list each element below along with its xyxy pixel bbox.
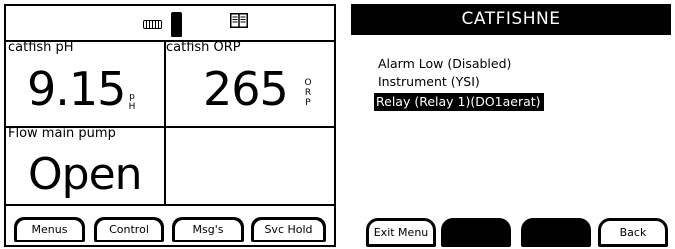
status-bar: [6, 6, 334, 42]
menu-list: Alarm Low (Disabled) Instrument (YSI) Re…: [374, 55, 544, 111]
book-icon: [230, 13, 248, 28]
control-softkey-label: Control: [97, 220, 161, 240]
orp-reading-cell[interactable]: catfish ORP 265 O R P: [164, 40, 334, 128]
orp-unit-o: O: [304, 78, 312, 88]
blank-softkey-3[interactable]: [521, 218, 591, 247]
orp-label: catfish ORP: [166, 40, 241, 55]
menu-item-instrument[interactable]: Instrument (YSI): [376, 73, 544, 91]
blank-softkey-3-label: [524, 221, 588, 244]
orp-value: 265: [203, 62, 289, 116]
back-softkey-label: Back: [601, 221, 665, 244]
service-hold-softkey[interactable]: Svc Hold: [251, 217, 326, 242]
keyboard-icon: [143, 20, 162, 29]
battery-icon: [171, 12, 182, 37]
ph-label: catfish pH: [8, 40, 74, 55]
orp-unit: O R P: [303, 78, 313, 108]
ph-reading-cell[interactable]: catfish pH 9.15 p H: [6, 40, 166, 128]
messages-softkey[interactable]: Msg's: [172, 217, 244, 242]
flow-value: Open: [28, 149, 143, 200]
exit-menu-softkey-label: Exit Menu: [369, 221, 433, 244]
menu-title: CATFISHNE: [351, 4, 671, 35]
menu-item-relay[interactable]: Relay (Relay 1)(DO1aerat): [374, 93, 544, 111]
messages-softkey-label: Msg's: [175, 220, 241, 240]
back-softkey[interactable]: Back: [598, 218, 668, 247]
readings-screen: catfish pH 9.15 p H catfish ORP 265 O R …: [4, 4, 336, 247]
flow-reading-cell[interactable]: Flow main pump Open: [6, 126, 166, 206]
menu-screen: CATFISHNE Alarm Low (Disabled) Instrumen…: [351, 4, 671, 247]
orp-unit-p: P: [305, 98, 311, 108]
menus-softkey[interactable]: Menus: [14, 217, 85, 242]
ph-unit-bottom: H: [128, 102, 136, 112]
left-softkey-bar: Menus Control Msg's Svc Hold: [6, 206, 334, 245]
exit-menu-softkey[interactable]: Exit Menu: [366, 218, 436, 247]
flow-label: Flow main pump: [8, 126, 116, 141]
ph-unit: p H: [127, 92, 137, 112]
menu-item-alarm-low[interactable]: Alarm Low (Disabled): [376, 55, 544, 73]
service-hold-softkey-label: Svc Hold: [254, 220, 323, 240]
ph-unit-top: p: [129, 92, 135, 102]
control-softkey[interactable]: Control: [94, 217, 164, 242]
blank-softkey-2[interactable]: [441, 218, 511, 247]
menus-softkey-label: Menus: [17, 220, 82, 240]
orp-unit-r: R: [304, 88, 312, 98]
right-softkey-bar: Exit Menu Back: [351, 218, 671, 247]
ph-value: 9.15: [27, 62, 126, 116]
empty-reading-cell: [164, 126, 334, 206]
blank-softkey-2-label: [444, 221, 508, 244]
